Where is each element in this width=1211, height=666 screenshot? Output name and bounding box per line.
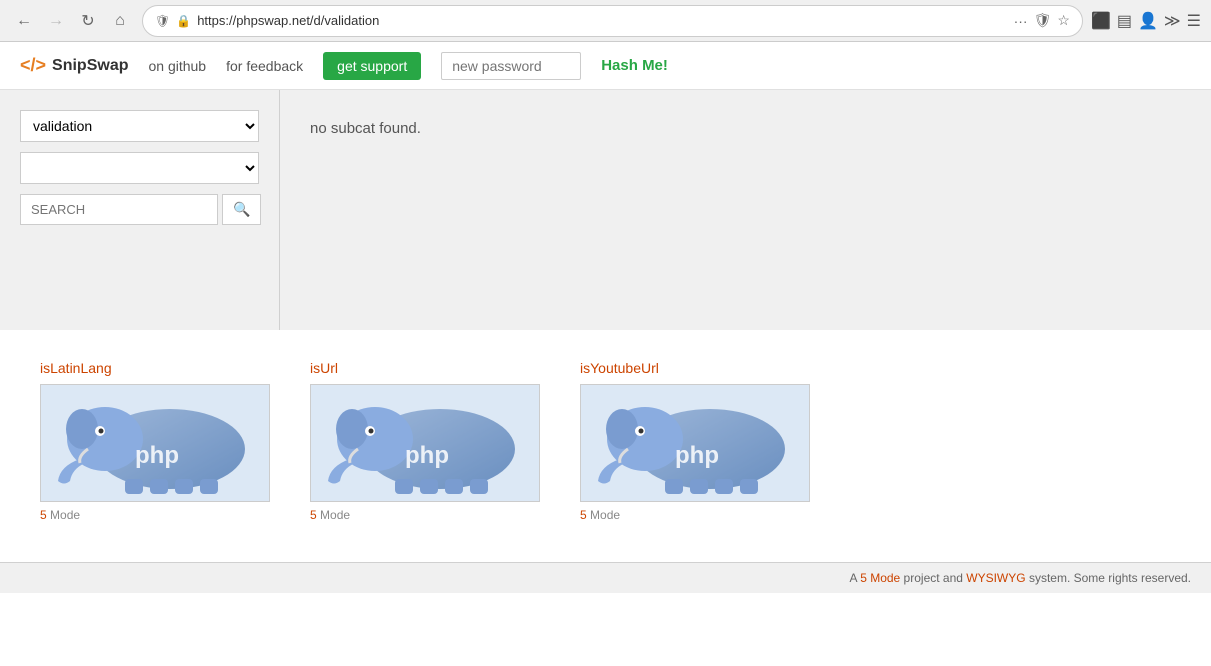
php-elephant-svg-0: php [50, 391, 260, 496]
app-logo[interactable]: </> SnipSwap [20, 55, 128, 76]
lock-icon: 🔒 [176, 14, 191, 28]
hash-me-link[interactable]: Hash Me! [601, 57, 668, 74]
more-icon[interactable]: ··· [1014, 13, 1028, 29]
sidebar: validation 🔍 [0, 90, 280, 330]
snippet-mode-text-2: Mode [590, 508, 620, 522]
footer: A 5 Mode project and WYSIWYG system. Som… [0, 562, 1211, 593]
menu-icon[interactable]: ☰ [1187, 11, 1201, 31]
snippet-thumb-0: php [40, 384, 270, 502]
no-subcat-message: no subcat found. [310, 120, 1181, 137]
back-button[interactable]: ← [10, 7, 38, 35]
svg-text:php: php [135, 442, 179, 469]
snippet-mode-link-0[interactable]: 5 [40, 508, 47, 522]
php-elephant-svg-1: php [320, 391, 530, 496]
logo-icon: </> [20, 55, 46, 76]
snippet-mode-link-2[interactable]: 5 [580, 508, 587, 522]
footer-text-prefix: A [850, 571, 861, 585]
snippets-grid: isLatinLang [40, 360, 1171, 522]
bookmark-icon[interactable]: 🛡 [1034, 12, 1052, 29]
extensions-icon[interactable]: ≫ [1164, 11, 1181, 31]
snippet-title-2[interactable]: isYoutubeUrl [580, 360, 810, 376]
snippet-title-1[interactable]: isUrl [310, 360, 540, 376]
logo-text: SnipSwap [52, 57, 128, 75]
footer-mode-link[interactable]: 5 Mode [860, 571, 900, 585]
snippet-card: isYoutubeUrl [580, 360, 810, 522]
search-input[interactable] [20, 194, 218, 225]
snippet-mode-link-1[interactable]: 5 [310, 508, 317, 522]
address-bar[interactable]: 🛡 🔒 https://phpswap.net/d/validation ···… [142, 5, 1083, 37]
get-support-button[interactable]: get support [323, 52, 421, 80]
snippet-title-0[interactable]: isLatinLang [40, 360, 270, 376]
subcat-select[interactable] [20, 152, 259, 184]
home-button[interactable]: ⌂ [106, 7, 134, 35]
snippet-card: isUrl [310, 360, 540, 522]
shield-icon: 🛡 [155, 14, 170, 28]
nav-link-github[interactable]: on github [148, 58, 206, 74]
snippet-thumb-1: php [310, 384, 540, 502]
snippet-mode-1: 5 Mode [310, 508, 540, 522]
reload-button[interactable]: ↻ [74, 7, 102, 35]
profile-icon[interactable]: 👤 [1138, 11, 1158, 31]
php-elephant-svg-2: php [590, 391, 800, 496]
password-input[interactable] [441, 52, 581, 80]
search-row: 🔍 [20, 194, 259, 225]
browser-toolbar: ⬛ ▤ 👤 ≫ ☰ [1091, 11, 1201, 31]
url-text: https://phpswap.net/d/validation [197, 13, 1007, 28]
footer-text-suffix: system. Some rights reserved. [1026, 571, 1191, 585]
main-layout: validation 🔍 no subcat found. [0, 90, 1211, 330]
app-header: </> SnipSwap on github for feedback get … [0, 42, 1211, 90]
snippet-mode-2: 5 Mode [580, 508, 810, 522]
star-icon[interactable]: ☆ [1057, 12, 1070, 29]
search-button[interactable]: 🔍 [222, 194, 261, 225]
footer-text-middle: project and [900, 571, 966, 585]
snippet-thumb-2: php [580, 384, 810, 502]
snippet-mode-text-0: Mode [50, 508, 80, 522]
svg-text:php: php [675, 442, 719, 469]
nav-buttons: ← → ↻ ⌂ [10, 7, 134, 35]
address-actions: ··· 🛡 ☆ [1014, 12, 1070, 29]
footer-wysiwyg-link[interactable]: WYSIWYG [966, 571, 1025, 585]
content-area: no subcat found. [280, 90, 1211, 330]
snippet-mode-0: 5 Mode [40, 508, 270, 522]
snippet-mode-text-1: Mode [320, 508, 350, 522]
forward-button[interactable]: → [42, 7, 70, 35]
snippet-card: isLatinLang [40, 360, 270, 522]
category-select[interactable]: validation [20, 110, 259, 142]
reader-icon[interactable]: ▤ [1117, 11, 1132, 31]
library-icon[interactable]: ⬛ [1091, 11, 1111, 31]
svg-text:php: php [405, 442, 449, 469]
browser-chrome: ← → ↻ ⌂ 🛡 🔒 https://phpswap.net/d/valida… [0, 0, 1211, 42]
nav-link-feedback[interactable]: for feedback [226, 58, 303, 74]
snippets-section: isLatinLang [0, 330, 1211, 562]
